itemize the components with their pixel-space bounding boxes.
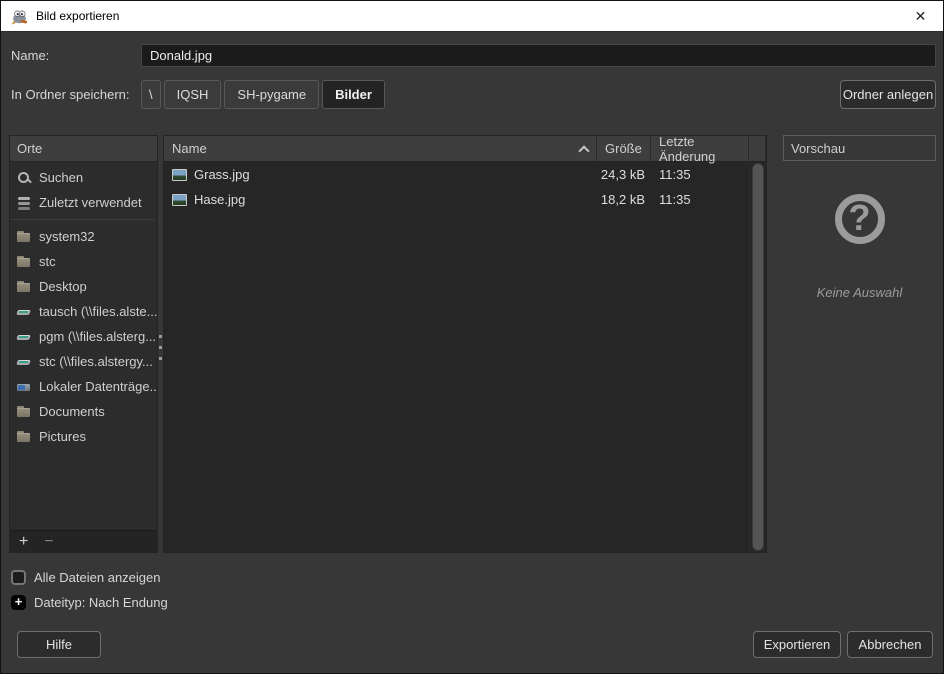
sidebar-item-zuletzt-verwendet[interactable]: Zuletzt verwendet [10, 190, 157, 215]
preview-pane: Vorschau ? Keine Auswahl [783, 135, 936, 553]
place-label: system32 [39, 229, 95, 244]
table-row[interactable]: Grass.jpg 24,3 kB 11:35 [164, 162, 766, 187]
places-toolbar: + − [10, 530, 157, 552]
image-file-icon [172, 169, 187, 181]
close-icon[interactable]: ✕ [898, 1, 943, 31]
place-label: pgm (\\files.alsterg... [39, 329, 156, 344]
column-header-modified[interactable]: Letzte Änderung [651, 136, 749, 162]
place-label: tausch (\\files.alste... [39, 304, 157, 319]
sidebar-item-lokaler-datentraeger[interactable]: Lokaler Datenträge... [10, 374, 157, 399]
sidebar-item-desktop[interactable]: Desktop [10, 274, 157, 299]
gimp-icon [11, 8, 28, 25]
window-title: Bild exportieren [36, 9, 119, 23]
place-label: Zuletzt verwendet [39, 195, 142, 210]
remove-place-button[interactable]: − [44, 533, 53, 551]
file-modified: 11:35 [651, 192, 749, 207]
preview-body: ? Keine Auswahl [783, 161, 936, 553]
sidebar-item-documents[interactable]: Documents [10, 399, 157, 424]
question-glyph: ? [849, 197, 871, 239]
export-image-dialog: Bild exportieren ✕ Name: In Ordner speic… [0, 0, 944, 674]
preview-header: Vorschau [783, 135, 936, 161]
question-mark-icon: ? [835, 194, 885, 244]
recent-icon [16, 195, 32, 211]
sidebar-item-pgm-share[interactable]: pgm (\\files.alsterg... [10, 324, 157, 349]
filetype-expander-row[interactable]: + Dateityp: Nach Endung [11, 595, 168, 610]
scrollbar-header-gutter [749, 136, 766, 162]
expander-plus-icon[interactable]: + [11, 595, 26, 610]
sidebar-item-stc[interactable]: stc [10, 249, 157, 274]
show-all-files-label: Alle Dateien anzeigen [34, 570, 160, 585]
file-name-cell: Grass.jpg [164, 167, 597, 182]
column-label: Name [172, 141, 207, 156]
disk-icon [16, 379, 32, 395]
no-selection-label: Keine Auswahl [817, 285, 903, 300]
network-drive-icon [16, 304, 32, 320]
column-label: Größe [605, 141, 642, 156]
place-label: Suchen [39, 170, 83, 185]
search-icon [16, 170, 32, 186]
create-folder-button[interactable]: Ordner anlegen [840, 80, 936, 109]
file-modified: 11:35 [651, 167, 749, 182]
place-label: Lokaler Datenträge... [39, 379, 157, 394]
places-separator [12, 219, 155, 220]
sidebar-item-system32[interactable]: system32 [10, 224, 157, 249]
folder-icon [16, 229, 32, 245]
folder-icon [16, 254, 32, 270]
places-pane: Orte Suchen Zuletzt verwendet system32 s… [9, 135, 158, 553]
file-name: Grass.jpg [194, 167, 250, 182]
path-button-iqsh[interactable]: IQSH [164, 80, 222, 109]
help-button[interactable]: Hilfe [17, 631, 101, 658]
folder-icon [16, 429, 32, 445]
path-button-sh-pygame[interactable]: SH-pygame [224, 80, 319, 109]
network-drive-icon [16, 354, 32, 370]
column-label: Letzte Änderung [659, 134, 740, 164]
sort-ascending-icon [578, 145, 589, 156]
folder-icon [16, 279, 32, 295]
add-place-button[interactable]: + [19, 533, 28, 551]
export-button[interactable]: Exportieren [753, 631, 841, 658]
network-drive-icon [16, 329, 32, 345]
file-list-header: Name Größe Letzte Änderung [164, 136, 766, 162]
vertical-scrollbar[interactable] [749, 162, 766, 552]
titlebar: Bild exportieren ✕ [1, 1, 943, 32]
place-label: Desktop [39, 279, 87, 294]
sidebar-item-pictures[interactable]: Pictures [10, 424, 157, 449]
unchecked-checkbox[interactable] [11, 570, 26, 585]
image-file-icon [172, 194, 187, 206]
file-list: Name Größe Letzte Änderung Grass.jpg 24,… [163, 135, 767, 553]
file-name: Hase.jpg [194, 192, 245, 207]
pane-splitter-handle[interactable] [159, 335, 162, 338]
filetype-label: Dateityp: Nach Endung [34, 595, 168, 610]
path-button-root[interactable]: \ [141, 80, 161, 109]
filename-input[interactable] [141, 44, 936, 67]
places-header[interactable]: Orte [10, 136, 157, 162]
scrollbar-thumb[interactable] [752, 163, 764, 551]
folder-icon [16, 404, 32, 420]
path-breadcrumb: \ IQSH SH-pygame Bilder [141, 80, 385, 109]
place-label: Pictures [39, 429, 86, 444]
cancel-button[interactable]: Abbrechen [847, 631, 933, 658]
show-all-files-option[interactable]: Alle Dateien anzeigen [11, 570, 160, 585]
place-label: Documents [39, 404, 105, 419]
file-list-body: Grass.jpg 24,3 kB 11:35 Hase.jpg 18,2 kB… [164, 162, 766, 552]
place-label: stc (\\files.alstergy... [39, 354, 153, 369]
save-in-folder-label: In Ordner speichern: [11, 87, 130, 102]
place-label: stc [39, 254, 56, 269]
column-header-name[interactable]: Name [164, 136, 597, 162]
column-header-size[interactable]: Größe [597, 136, 651, 162]
file-name-cell: Hase.jpg [164, 192, 597, 207]
sidebar-item-suchen[interactable]: Suchen [10, 165, 157, 190]
file-size: 24,3 kB [597, 167, 651, 182]
sidebar-item-stc-share[interactable]: stc (\\files.alstergy... [10, 349, 157, 374]
places-list: Suchen Zuletzt verwendet system32 stc De… [10, 162, 157, 530]
sidebar-item-tausch-share[interactable]: tausch (\\files.alste... [10, 299, 157, 324]
table-row[interactable]: Hase.jpg 18,2 kB 11:35 [164, 187, 766, 212]
name-label: Name: [11, 48, 49, 63]
path-button-bilder[interactable]: Bilder [322, 80, 385, 109]
file-size: 18,2 kB [597, 192, 651, 207]
